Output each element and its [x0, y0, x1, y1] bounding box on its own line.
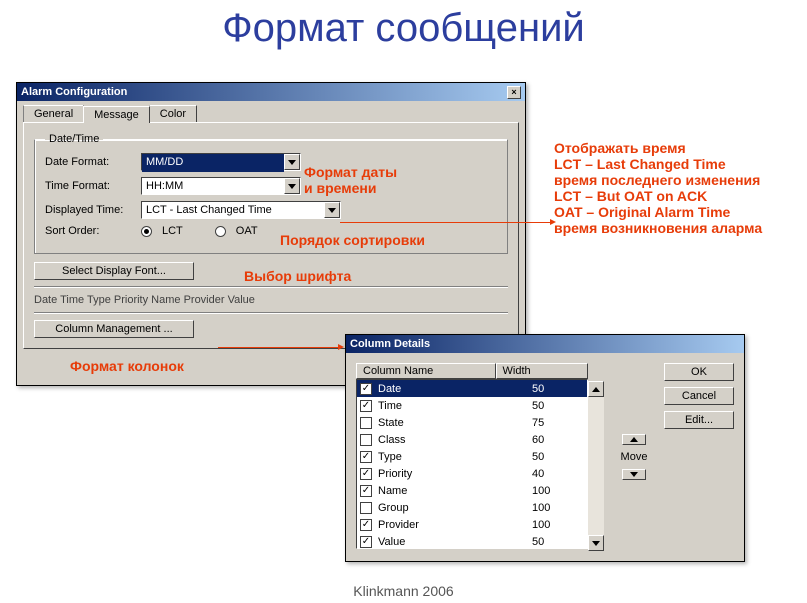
column-name-cell: State: [376, 417, 532, 429]
column-details-title: Column Details: [350, 335, 430, 353]
combo-date-format[interactable]: MM/DD: [141, 153, 301, 171]
radio-lct-label: LCT: [162, 225, 183, 237]
select-display-font-button[interactable]: Select Display Font...: [34, 262, 194, 280]
chevron-down-icon[interactable]: [324, 202, 340, 218]
column-width-cell: 50: [532, 536, 587, 548]
scroll-down-icon[interactable]: [588, 535, 604, 551]
header-column-name[interactable]: Column Name: [356, 363, 496, 379]
column-width-cell: 75: [532, 417, 587, 429]
label-date-format: Date Format:: [45, 156, 135, 168]
list-item[interactable]: ✓ Priority40: [357, 465, 587, 482]
combo-time-format[interactable]: HH:MM: [141, 177, 301, 195]
scroll-up-icon[interactable]: [588, 381, 604, 397]
move-up-button[interactable]: [622, 434, 646, 445]
column-edit-button[interactable]: Edit...: [664, 411, 734, 429]
column-width-cell: 100: [532, 519, 587, 531]
list-item[interactable]: State75: [357, 414, 587, 431]
alarm-config-titlebar: Alarm Configuration ×: [17, 83, 525, 101]
tab-color[interactable]: Color: [149, 105, 197, 122]
combo-displayed-time-value: LCT - Last Changed Time: [142, 202, 324, 220]
column-width-cell: 60: [532, 434, 587, 446]
column-name-cell: Priority: [376, 468, 532, 480]
tab-message[interactable]: Message: [83, 106, 150, 123]
checkbox[interactable]: ✓: [360, 383, 372, 395]
checkbox[interactable]: ✓: [360, 485, 372, 497]
column-list-header: Column Name Width: [356, 363, 588, 379]
separator: [34, 312, 508, 314]
checkbox[interactable]: [360, 417, 372, 429]
list-item[interactable]: ✓ Time50: [357, 397, 587, 414]
list-item[interactable]: ✓ Type50: [357, 448, 587, 465]
list-item[interactable]: Class60: [357, 431, 587, 448]
move-down-button[interactable]: [622, 469, 646, 480]
column-details-titlebar: Column Details: [346, 335, 744, 353]
column-name-cell: Time: [376, 400, 532, 412]
radio-lct[interactable]: [141, 226, 152, 237]
checkbox[interactable]: ✓: [360, 519, 372, 531]
column-management-button[interactable]: Column Management ...: [34, 320, 194, 338]
radio-oat-label: OAT: [236, 225, 258, 237]
list-item[interactable]: ✓ Provider100: [357, 516, 587, 533]
group-date-time: Date/Time Date Format: MM/DD Time Format…: [34, 133, 508, 254]
tab-general[interactable]: General: [23, 105, 84, 122]
combo-date-format-value: MM/DD: [142, 154, 284, 172]
column-details-window: Column Details Column Name Width ✓Date50…: [345, 334, 745, 562]
column-name-cell: Date: [376, 383, 532, 395]
column-width-cell: 50: [532, 400, 587, 412]
checkbox[interactable]: ✓: [360, 468, 372, 480]
sample-columns-text: Date Time Type Priority Name Provider Va…: [34, 294, 508, 306]
label-time-format: Time Format:: [45, 180, 135, 192]
list-item[interactable]: ✓ Name100: [357, 482, 587, 499]
close-icon[interactable]: ×: [507, 86, 521, 99]
list-item[interactable]: ✓ Date50: [357, 380, 587, 397]
chevron-down-icon[interactable]: [284, 154, 300, 170]
column-name-cell: Class: [376, 434, 532, 446]
alarm-config-title: Alarm Configuration: [21, 83, 127, 101]
group-date-time-legend: Date/Time: [45, 133, 103, 145]
separator: [34, 286, 508, 288]
column-list[interactable]: ✓Date50✓Time50State75Class60✓Type50✓Prio…: [356, 379, 588, 549]
list-item[interactable]: Group100: [357, 499, 587, 516]
column-width-cell: 100: [532, 502, 587, 514]
list-item[interactable]: ✓ Value50: [357, 533, 587, 549]
combo-time-format-value: HH:MM: [142, 178, 284, 196]
chevron-down-icon[interactable]: [284, 178, 300, 194]
column-ok-button[interactable]: OK: [664, 363, 734, 381]
column-width-cell: 40: [532, 468, 587, 480]
slide-footer: Klinkmann 2006: [0, 583, 807, 599]
tabstrip: General Message Color: [17, 101, 525, 122]
label-sort-order: Sort Order:: [45, 225, 135, 237]
column-name-cell: Type: [376, 451, 532, 463]
move-label: Move: [621, 451, 648, 463]
column-name-cell: Provider: [376, 519, 532, 531]
column-cancel-button[interactable]: Cancel: [664, 387, 734, 405]
radio-oat[interactable]: [215, 226, 226, 237]
scrollbar-vertical[interactable]: [588, 381, 604, 551]
column-name-cell: Value: [376, 536, 532, 548]
column-width-cell: 100: [532, 485, 587, 497]
column-name-cell: Name: [376, 485, 532, 497]
header-width[interactable]: Width: [496, 363, 588, 379]
slide-title: Формат сообщений: [0, 0, 807, 51]
checkbox[interactable]: [360, 502, 372, 514]
combo-displayed-time[interactable]: LCT - Last Changed Time: [141, 201, 341, 219]
label-displayed-time: Displayed Time:: [45, 204, 135, 216]
tab-panel-message: Date/Time Date Format: MM/DD Time Format…: [23, 122, 519, 349]
column-name-cell: Group: [376, 502, 532, 514]
checkbox[interactable]: ✓: [360, 536, 372, 548]
checkbox[interactable]: ✓: [360, 451, 372, 463]
checkbox[interactable]: ✓: [360, 400, 372, 412]
scroll-track[interactable]: [588, 397, 604, 535]
annotation-displayed-time: Отображать время LCT – Last Changed Time…: [554, 140, 762, 236]
column-width-cell: 50: [532, 383, 587, 395]
column-width-cell: 50: [532, 451, 587, 463]
checkbox[interactable]: [360, 434, 372, 446]
